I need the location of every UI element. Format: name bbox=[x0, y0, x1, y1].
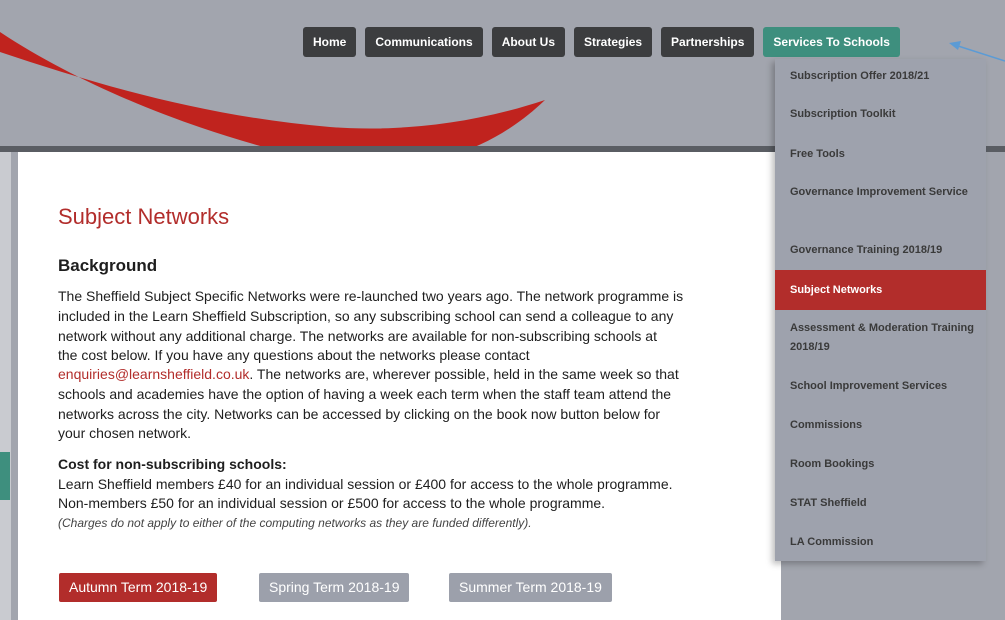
menu-item-subscription-toolkit[interactable]: Subscription Toolkit bbox=[775, 105, 986, 124]
nav-services-to-schools[interactable]: Services To Schools bbox=[763, 27, 900, 57]
services-dropdown-menu: Subscription Offer 2018/21 Subscription … bbox=[775, 59, 986, 561]
nav-communications[interactable]: Communications bbox=[365, 27, 483, 57]
background-line: the cost below. If you have any question… bbox=[58, 347, 530, 363]
main-nav: Home Communications About Us Strategies … bbox=[303, 27, 900, 57]
background-line: The Sheffield Subject Specific Networks … bbox=[58, 288, 684, 304]
cost-line: Non-members £50 for an individual sessio… bbox=[58, 495, 606, 511]
menu-item-assessment-moderation[interactable]: Assessment & Moderation Training 2018/19 bbox=[775, 319, 986, 357]
page-title: Subject Networks bbox=[58, 204, 230, 229]
nav-partnerships[interactable]: Partnerships bbox=[661, 27, 755, 57]
side-tab[interactable] bbox=[0, 452, 10, 500]
background-line: included in the Learn Sheffield Subscrip… bbox=[58, 308, 674, 324]
menu-item-room-bookings[interactable]: Room Bookings bbox=[775, 455, 986, 474]
menu-item-stat-sheffield[interactable]: STAT Sheffield bbox=[775, 494, 986, 513]
cost-line: Learn Sheffield members £40 for an indiv… bbox=[58, 476, 673, 492]
spring-term-button[interactable]: Spring Term 2018-19 bbox=[259, 573, 410, 602]
charges-note: (Charges do not apply to either of the c… bbox=[58, 516, 532, 530]
background-line: networks across the city. Networks can b… bbox=[58, 406, 661, 422]
menu-item-subscription-offer[interactable]: Subscription Offer 2018/21 bbox=[775, 67, 986, 86]
menu-item-la-commission[interactable]: LA Commission bbox=[775, 533, 986, 552]
menu-item-governance-improvement[interactable]: Governance Improvement Service bbox=[775, 183, 986, 202]
cost-heading: Cost for non-subscribing schools: bbox=[58, 456, 287, 472]
background-line: network without any additional charge. T… bbox=[58, 328, 657, 344]
nav-home[interactable]: Home bbox=[303, 27, 357, 57]
email-suffix: . The networks are, wherever possible, h… bbox=[249, 366, 679, 382]
menu-item-governance-training[interactable]: Governance Training 2018/19 bbox=[775, 241, 986, 260]
background-line: schools and academies have the option of… bbox=[58, 386, 672, 402]
background-line-with-link: enquiries@learnsheffield.co.uk. The netw… bbox=[58, 366, 679, 382]
background-line: your chosen network. bbox=[58, 425, 192, 441]
menu-item-commissions[interactable]: Commissions bbox=[775, 416, 986, 435]
background-heading: Background bbox=[58, 256, 158, 275]
menu-item-subject-networks[interactable]: Subject Networks bbox=[775, 270, 986, 310]
summer-term-button[interactable]: Summer Term 2018-19 bbox=[449, 573, 612, 602]
autumn-term-button[interactable]: Autumn Term 2018-19 bbox=[59, 573, 218, 602]
nav-strategies[interactable]: Strategies bbox=[574, 27, 653, 57]
menu-item-free-tools[interactable]: Free Tools bbox=[775, 145, 986, 164]
nav-about-us[interactable]: About Us bbox=[491, 27, 566, 57]
left-edge-strip bbox=[0, 152, 11, 620]
menu-item-school-improvement[interactable]: School Improvement Services bbox=[775, 377, 986, 396]
email-link[interactable]: enquiries@learnsheffield.co.uk bbox=[58, 366, 249, 382]
